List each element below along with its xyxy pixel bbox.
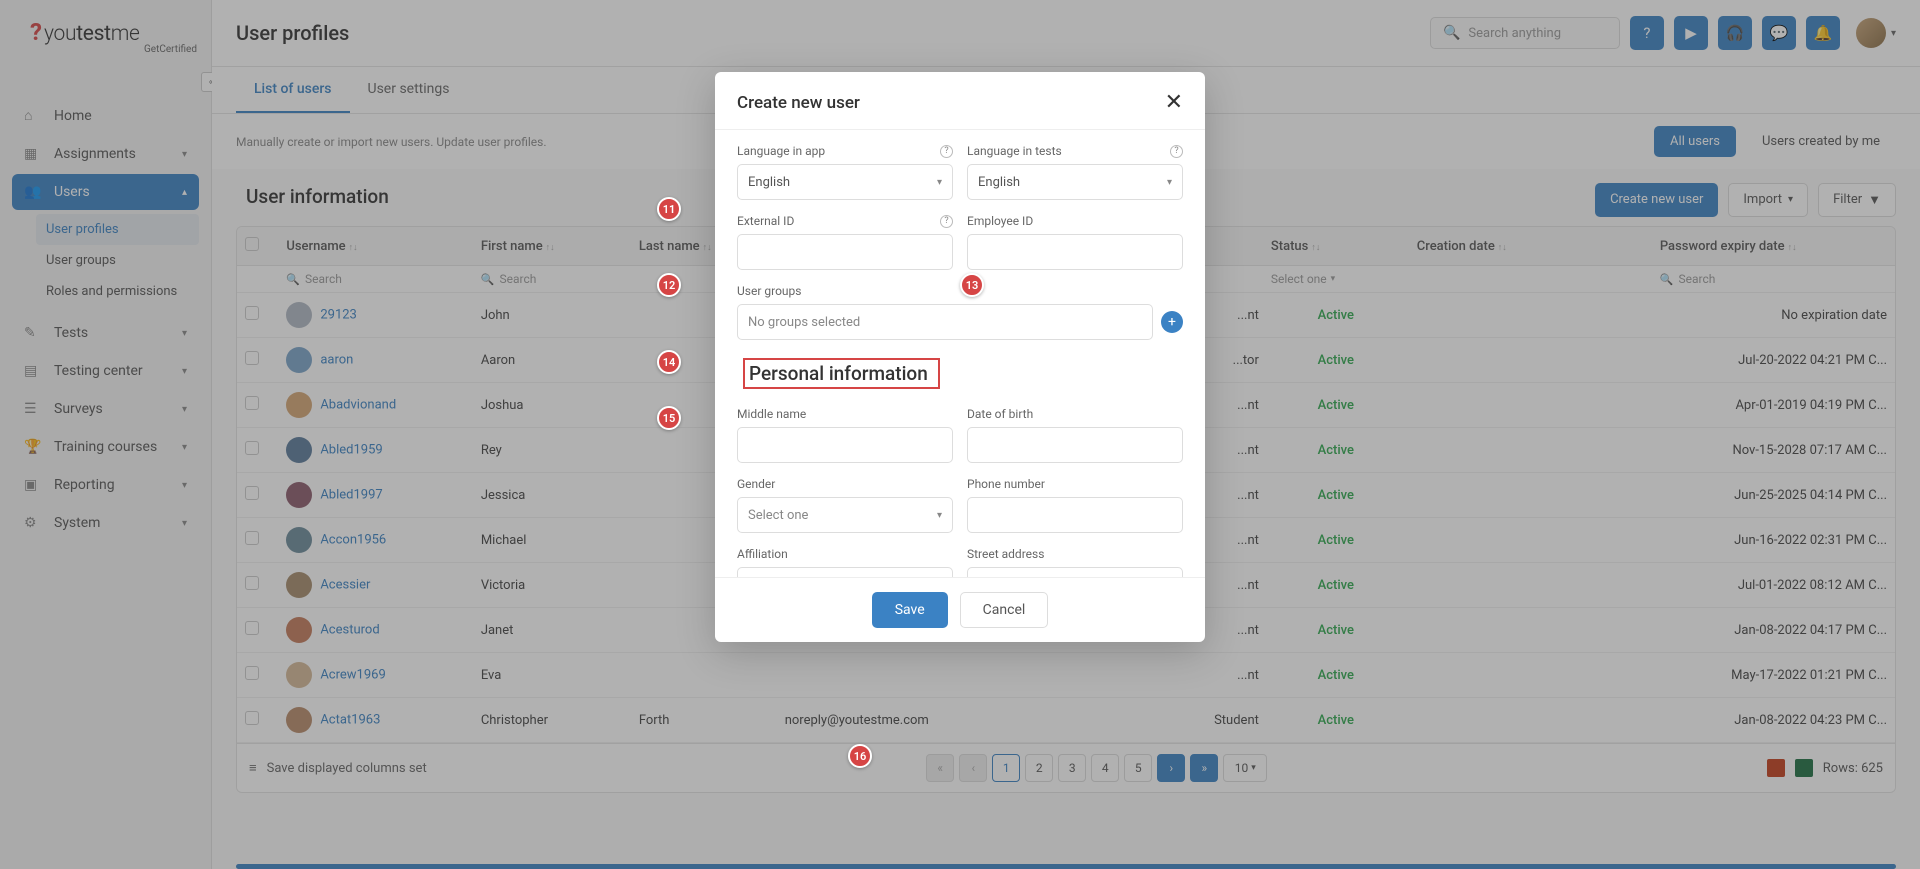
cancel-button[interactable]: Cancel — [960, 592, 1049, 628]
input-external-id[interactable] — [737, 234, 953, 270]
plus-icon: + — [1168, 314, 1176, 330]
modal-close-button[interactable]: ✕ — [1165, 90, 1183, 115]
label-gender: Gender — [737, 477, 953, 491]
callout-14: 14 — [657, 350, 681, 374]
input-middle-name[interactable] — [737, 427, 953, 463]
input-user-groups[interactable]: No groups selected — [737, 304, 1153, 340]
close-icon: ✕ — [1165, 90, 1183, 115]
modal-title: Create new user — [737, 93, 860, 113]
label-lang-tests: Language in tests? — [967, 144, 1183, 158]
save-button[interactable]: Save — [872, 592, 948, 628]
label-phone: Phone number — [967, 477, 1183, 491]
select-gender[interactable]: Select one▾ — [737, 497, 953, 533]
callout-16: 16 — [848, 744, 872, 768]
input-phone[interactable] — [967, 497, 1183, 533]
callout-11: 11 — [657, 197, 681, 221]
callout-15: 15 — [657, 406, 681, 430]
help-icon[interactable]: ? — [940, 145, 953, 158]
label-lang-app: Language in app? — [737, 144, 953, 158]
label-street: Street address — [967, 547, 1183, 561]
add-group-button[interactable]: + — [1161, 311, 1183, 333]
input-employee-id[interactable] — [967, 234, 1183, 270]
label-affiliation: Affiliation — [737, 547, 953, 561]
create-user-modal: Create new user ✕ Language in app? Engli… — [715, 72, 1205, 642]
input-street[interactable] — [967, 567, 1183, 577]
help-icon[interactable]: ? — [940, 215, 953, 228]
input-dob[interactable] — [967, 427, 1183, 463]
label-external-id: External ID? — [737, 214, 953, 228]
select-lang-app[interactable]: English▾ — [737, 164, 953, 200]
callout-12: 12 — [657, 273, 681, 297]
callout-13: 13 — [960, 273, 984, 297]
chevron-down-icon: ▾ — [937, 510, 942, 521]
label-middle-name: Middle name — [737, 407, 953, 421]
input-affiliation[interactable] — [737, 567, 953, 577]
label-employee-id: Employee ID — [967, 214, 1183, 228]
select-lang-tests[interactable]: English▾ — [967, 164, 1183, 200]
chevron-down-icon: ▾ — [1167, 177, 1172, 188]
section-personal-info: Personal information — [743, 358, 940, 389]
label-dob: Date of birth — [967, 407, 1183, 421]
help-icon[interactable]: ? — [1170, 145, 1183, 158]
chevron-down-icon: ▾ — [937, 177, 942, 188]
